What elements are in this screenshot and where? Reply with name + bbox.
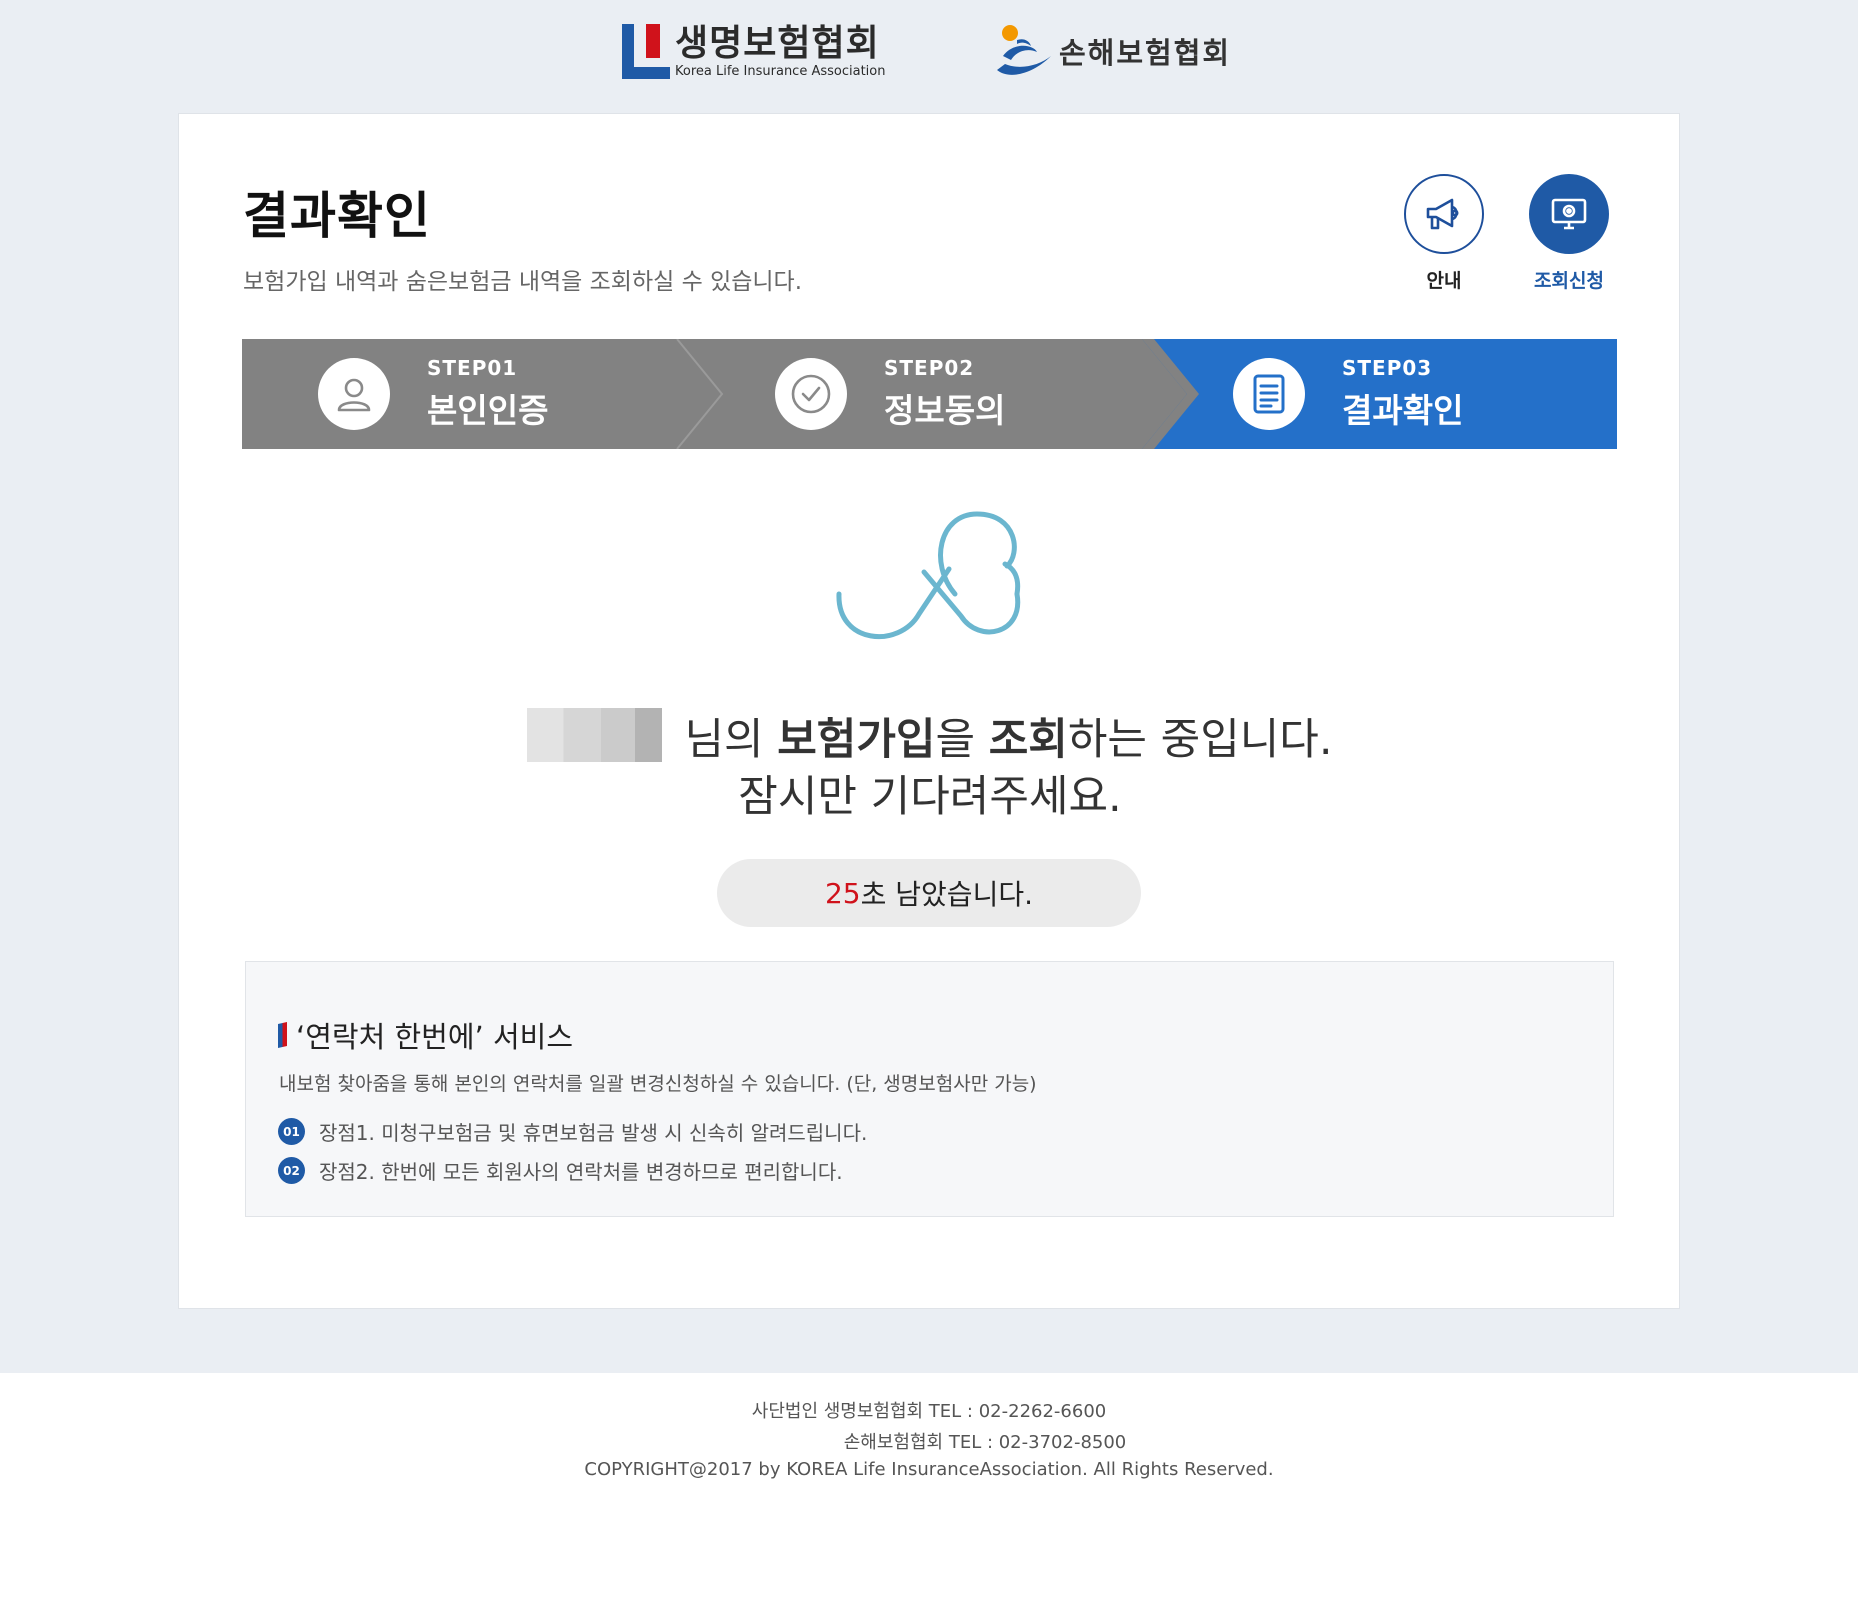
page-title: 결과확인: [243, 187, 431, 245]
klia-logo-english: Korea Life Insurance Association: [675, 64, 886, 79]
check-circle-icon: [791, 374, 831, 414]
info-title: ‘연락처 한번에’ 서비스: [296, 1020, 573, 1054]
info-item-text: 장점2. 한번에 모든 회원사의 연락처를 변경하므로 편리합니다.: [319, 1160, 843, 1184]
step-2-name: 정보동의: [884, 391, 1006, 430]
klia-logo-text: 생명보험협회: [675, 23, 880, 64]
step-progress-bar: STEP01 본인인증 STEP02 정보동의 STEP03 결과확인: [242, 339, 1617, 449]
guide-label[interactable]: 안내: [1389, 266, 1499, 293]
megaphone-icon: [1426, 198, 1459, 230]
status-name-suffix: 님의: [684, 715, 778, 765]
monitor-icon: [1551, 198, 1587, 230]
main-card: 결과확인 보험가입 내역과 숨은보험금 내역을 조회하실 수 있습니다. 안내 …: [178, 113, 1680, 1309]
footer-gia-contact: 손해보험협회 TEL : 02-3702-8500: [843, 1432, 1127, 1453]
countdown-pill: 25 초 남았습니다.: [717, 859, 1141, 927]
status-bold-insurance: 보험가입: [777, 715, 936, 765]
gia-logo-text: 손해보험협회: [1059, 36, 1232, 70]
step-1-number: STEP01: [427, 356, 518, 380]
step-3-name: 결과확인: [1342, 391, 1464, 430]
status-tail: 하는 중입니다.: [1067, 715, 1333, 765]
guide-button[interactable]: [1404, 174, 1484, 254]
status-bold-inquiry: 조회: [988, 715, 1068, 765]
countdown-text: 초 남았습니다.: [860, 878, 1033, 911]
step-1-name: 본인인증: [427, 391, 549, 430]
step-2-number: STEP02: [884, 356, 975, 380]
document-icon: [1253, 374, 1285, 414]
gia-logo[interactable]: 손해보험협회: [993, 22, 1231, 80]
step-1: STEP01 본인인증: [318, 339, 548, 449]
step-2: STEP02 정보동의: [775, 339, 1005, 449]
info-list-item: 01 장점1. 미청구보험금 및 휴면보험금 발생 시 신속히 알려드립니다.: [278, 1117, 867, 1146]
status-particle: 을: [935, 715, 989, 765]
countdown-seconds: 25: [824, 876, 861, 910]
masked-username: [527, 708, 663, 762]
footer-klia-contact: 사단법인 생명보험협회 TEL : 02-2262-6600: [751, 1401, 1107, 1422]
klia-logo[interactable]: 생명보험협회 Korea Life Insurance Association: [622, 24, 885, 79]
step-2-circle: [775, 358, 847, 430]
page-subtitle: 보험가입 내역과 숨은보험금 내역을 조회하실 수 있습니다.: [243, 269, 803, 295]
loading-spinner-icon: [836, 511, 1021, 639]
number-badge-icon: 01: [278, 1118, 305, 1145]
footer-copyright: COPYRIGHT@2017 by KOREA Life InsuranceAs…: [584, 1459, 1274, 1480]
status-message-line-1: 님의 보험가입을 조회하는 중입니다.: [179, 705, 1681, 767]
info-title-row: ‘연락처 한번에’ 서비스: [278, 1014, 573, 1056]
status-message-line-2: 잠시만 기다려주세요.: [738, 772, 1122, 822]
inquiry-apply-button[interactable]: [1529, 174, 1609, 254]
info-list-item: 02 장점2. 한번에 모든 회원사의 연락처를 변경하므로 편리합니다.: [278, 1156, 843, 1185]
info-item-text: 장점1. 미청구보험금 및 휴면보험금 발생 시 신속히 알려드립니다.: [319, 1121, 868, 1145]
flag-icon: [278, 1022, 287, 1048]
inquiry-apply-label[interactable]: 조회신청: [1514, 266, 1624, 293]
step-3-active: STEP03 결과확인: [1233, 339, 1463, 449]
number-badge-icon: 02: [278, 1157, 305, 1184]
footer: 사단법인 생명보험협회 TEL : 02-2262-6600 손해보험협회 TE…: [0, 1373, 1858, 1621]
step-1-circle: [318, 358, 390, 430]
step-3-circle: [1233, 358, 1305, 430]
person-icon: [337, 378, 371, 412]
klia-logo-mark-icon: [622, 24, 670, 79]
info-description: 내보험 찾아줌을 통해 본인의 연락처를 일괄 변경신청하실 수 있습니다. (…: [279, 1073, 1037, 1095]
step-3-number: STEP03: [1342, 356, 1433, 380]
gia-logo-mark-icon: [997, 25, 1051, 75]
contact-service-info-box: ‘연락처 한번에’ 서비스 내보험 찾아줌을 통해 본인의 연락처를 일괄 변경…: [245, 961, 1614, 1217]
